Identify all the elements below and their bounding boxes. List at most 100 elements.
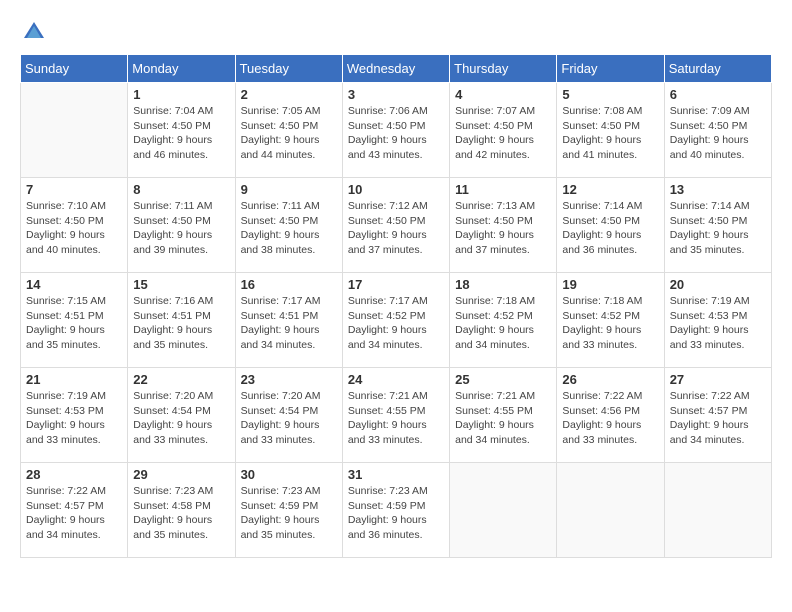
day-number: 6 <box>670 87 766 102</box>
day-info: Sunrise: 7:11 AM Sunset: 4:50 PM Dayligh… <box>133 199 229 258</box>
calendar-cell: 7 Sunrise: 7:10 AM Sunset: 4:50 PM Dayli… <box>21 178 128 273</box>
daylight-text: Daylight: 9 hours and 35 minutes. <box>133 323 229 352</box>
day-header-sunday: Sunday <box>21 55 128 83</box>
day-number: 7 <box>26 182 122 197</box>
day-info: Sunrise: 7:20 AM Sunset: 4:54 PM Dayligh… <box>133 389 229 448</box>
calendar-cell: 2 Sunrise: 7:05 AM Sunset: 4:50 PM Dayli… <box>235 83 342 178</box>
sunrise-text: Sunrise: 7:05 AM <box>241 104 337 119</box>
calendar-cell: 25 Sunrise: 7:21 AM Sunset: 4:55 PM Dayl… <box>450 368 557 463</box>
day-header-thursday: Thursday <box>450 55 557 83</box>
sunrise-text: Sunrise: 7:10 AM <box>26 199 122 214</box>
day-info: Sunrise: 7:22 AM Sunset: 4:56 PM Dayligh… <box>562 389 658 448</box>
day-info: Sunrise: 7:13 AM Sunset: 4:50 PM Dayligh… <box>455 199 551 258</box>
sunset-text: Sunset: 4:58 PM <box>133 499 229 514</box>
day-info: Sunrise: 7:22 AM Sunset: 4:57 PM Dayligh… <box>26 484 122 543</box>
day-info: Sunrise: 7:18 AM Sunset: 4:52 PM Dayligh… <box>562 294 658 353</box>
calendar-cell: 18 Sunrise: 7:18 AM Sunset: 4:52 PM Dayl… <box>450 273 557 368</box>
daylight-text: Daylight: 9 hours and 46 minutes. <box>133 133 229 162</box>
day-number: 22 <box>133 372 229 387</box>
sunset-text: Sunset: 4:52 PM <box>562 309 658 324</box>
daylight-text: Daylight: 9 hours and 34 minutes. <box>455 323 551 352</box>
calendar-cell: 12 Sunrise: 7:14 AM Sunset: 4:50 PM Dayl… <box>557 178 664 273</box>
day-info: Sunrise: 7:12 AM Sunset: 4:50 PM Dayligh… <box>348 199 444 258</box>
daylight-text: Daylight: 9 hours and 35 minutes. <box>26 323 122 352</box>
calendar-cell <box>557 463 664 558</box>
sunrise-text: Sunrise: 7:12 AM <box>348 199 444 214</box>
sunrise-text: Sunrise: 7:17 AM <box>241 294 337 309</box>
day-info: Sunrise: 7:14 AM Sunset: 4:50 PM Dayligh… <box>670 199 766 258</box>
sunrise-text: Sunrise: 7:23 AM <box>348 484 444 499</box>
sunrise-text: Sunrise: 7:14 AM <box>562 199 658 214</box>
calendar-cell <box>21 83 128 178</box>
sunset-text: Sunset: 4:59 PM <box>241 499 337 514</box>
daylight-text: Daylight: 9 hours and 44 minutes. <box>241 133 337 162</box>
calendar-cell <box>664 463 771 558</box>
sunset-text: Sunset: 4:51 PM <box>241 309 337 324</box>
sunset-text: Sunset: 4:54 PM <box>241 404 337 419</box>
calendar-cell <box>450 463 557 558</box>
day-number: 21 <box>26 372 122 387</box>
day-number: 13 <box>670 182 766 197</box>
calendar-week-row: 21 Sunrise: 7:19 AM Sunset: 4:53 PM Dayl… <box>21 368 772 463</box>
sunset-text: Sunset: 4:50 PM <box>562 214 658 229</box>
day-number: 11 <box>455 182 551 197</box>
day-info: Sunrise: 7:11 AM Sunset: 4:50 PM Dayligh… <box>241 199 337 258</box>
sunset-text: Sunset: 4:56 PM <box>562 404 658 419</box>
sunrise-text: Sunrise: 7:23 AM <box>133 484 229 499</box>
calendar-cell: 28 Sunrise: 7:22 AM Sunset: 4:57 PM Dayl… <box>21 463 128 558</box>
sunrise-text: Sunrise: 7:11 AM <box>133 199 229 214</box>
day-number: 24 <box>348 372 444 387</box>
daylight-text: Daylight: 9 hours and 43 minutes. <box>348 133 444 162</box>
calendar-cell: 22 Sunrise: 7:20 AM Sunset: 4:54 PM Dayl… <box>128 368 235 463</box>
calendar-cell: 14 Sunrise: 7:15 AM Sunset: 4:51 PM Dayl… <box>21 273 128 368</box>
daylight-text: Daylight: 9 hours and 42 minutes. <box>455 133 551 162</box>
day-info: Sunrise: 7:21 AM Sunset: 4:55 PM Dayligh… <box>348 389 444 448</box>
page-header <box>20 20 772 44</box>
day-info: Sunrise: 7:20 AM Sunset: 4:54 PM Dayligh… <box>241 389 337 448</box>
day-info: Sunrise: 7:23 AM Sunset: 4:59 PM Dayligh… <box>348 484 444 543</box>
daylight-text: Daylight: 9 hours and 33 minutes. <box>562 418 658 447</box>
calendar-cell: 15 Sunrise: 7:16 AM Sunset: 4:51 PM Dayl… <box>128 273 235 368</box>
calendar-cell: 5 Sunrise: 7:08 AM Sunset: 4:50 PM Dayli… <box>557 83 664 178</box>
sunrise-text: Sunrise: 7:18 AM <box>562 294 658 309</box>
sunset-text: Sunset: 4:50 PM <box>133 119 229 134</box>
day-number: 4 <box>455 87 551 102</box>
sunset-text: Sunset: 4:50 PM <box>455 119 551 134</box>
day-number: 15 <box>133 277 229 292</box>
daylight-text: Daylight: 9 hours and 33 minutes. <box>241 418 337 447</box>
sunset-text: Sunset: 4:57 PM <box>670 404 766 419</box>
calendar-cell: 29 Sunrise: 7:23 AM Sunset: 4:58 PM Dayl… <box>128 463 235 558</box>
calendar-cell: 30 Sunrise: 7:23 AM Sunset: 4:59 PM Dayl… <box>235 463 342 558</box>
calendar-cell: 27 Sunrise: 7:22 AM Sunset: 4:57 PM Dayl… <box>664 368 771 463</box>
logo <box>20 20 46 44</box>
day-info: Sunrise: 7:19 AM Sunset: 4:53 PM Dayligh… <box>670 294 766 353</box>
day-number: 31 <box>348 467 444 482</box>
daylight-text: Daylight: 9 hours and 35 minutes. <box>241 513 337 542</box>
day-info: Sunrise: 7:07 AM Sunset: 4:50 PM Dayligh… <box>455 104 551 163</box>
day-info: Sunrise: 7:17 AM Sunset: 4:52 PM Dayligh… <box>348 294 444 353</box>
sunset-text: Sunset: 4:54 PM <box>133 404 229 419</box>
daylight-text: Daylight: 9 hours and 41 minutes. <box>562 133 658 162</box>
sunrise-text: Sunrise: 7:21 AM <box>455 389 551 404</box>
day-info: Sunrise: 7:19 AM Sunset: 4:53 PM Dayligh… <box>26 389 122 448</box>
day-header-tuesday: Tuesday <box>235 55 342 83</box>
daylight-text: Daylight: 9 hours and 34 minutes. <box>241 323 337 352</box>
day-header-saturday: Saturday <box>664 55 771 83</box>
daylight-text: Daylight: 9 hours and 33 minutes. <box>348 418 444 447</box>
day-number: 2 <box>241 87 337 102</box>
day-header-monday: Monday <box>128 55 235 83</box>
daylight-text: Daylight: 9 hours and 34 minutes. <box>26 513 122 542</box>
sunrise-text: Sunrise: 7:20 AM <box>241 389 337 404</box>
day-info: Sunrise: 7:14 AM Sunset: 4:50 PM Dayligh… <box>562 199 658 258</box>
day-number: 14 <box>26 277 122 292</box>
daylight-text: Daylight: 9 hours and 34 minutes. <box>455 418 551 447</box>
sunset-text: Sunset: 4:59 PM <box>348 499 444 514</box>
sunrise-text: Sunrise: 7:19 AM <box>670 294 766 309</box>
calendar-cell: 23 Sunrise: 7:20 AM Sunset: 4:54 PM Dayl… <box>235 368 342 463</box>
day-number: 16 <box>241 277 337 292</box>
sunrise-text: Sunrise: 7:18 AM <box>455 294 551 309</box>
sunset-text: Sunset: 4:50 PM <box>26 214 122 229</box>
calendar-week-row: 28 Sunrise: 7:22 AM Sunset: 4:57 PM Dayl… <box>21 463 772 558</box>
day-number: 5 <box>562 87 658 102</box>
day-number: 30 <box>241 467 337 482</box>
